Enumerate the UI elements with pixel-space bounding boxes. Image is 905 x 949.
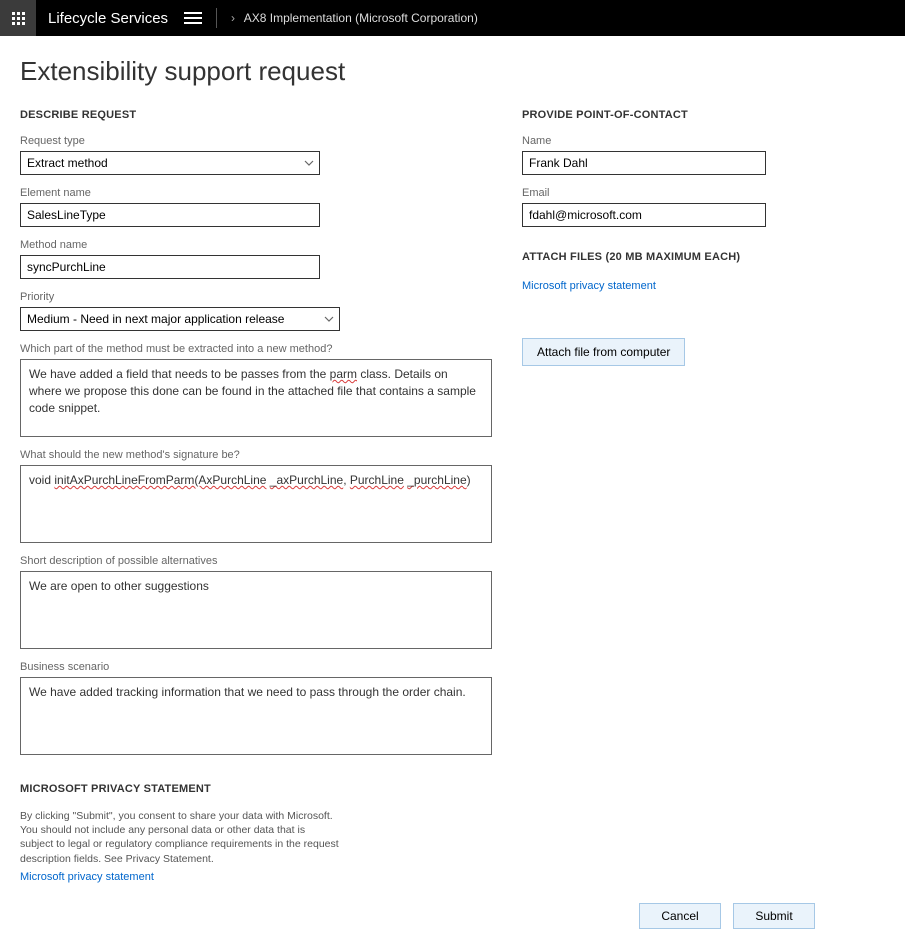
menu-icon[interactable] — [184, 12, 202, 24]
section-attach: ATTACH FILES (20 MB MAXIMUM EACH) — [522, 251, 885, 263]
breadcrumb-text: AX8 Implementation (Microsoft Corporatio… — [244, 11, 478, 25]
submit-button[interactable]: Submit — [733, 903, 815, 929]
contact-name-input[interactable] — [522, 151, 766, 175]
privacy-text: By clicking "Submit", you consent to sha… — [20, 809, 340, 866]
label-extract-question: Which part of the method must be extract… — [20, 343, 492, 355]
attach-privacy-link[interactable]: Microsoft privacy statement — [522, 280, 656, 292]
label-element-name: Element name — [20, 187, 492, 199]
label-scenario: Business scenario — [20, 661, 492, 673]
signature-textarea[interactable]: void initAxPurchLineFromParm(AxPurchLine… — [20, 465, 492, 543]
method-name-input[interactable] — [20, 255, 320, 279]
page-title: Extensibility support request — [20, 56, 885, 87]
element-name-input[interactable] — [20, 203, 320, 227]
extract-textarea[interactable]: We have added a field that needs to be p… — [20, 359, 492, 437]
label-contact-email: Email — [522, 187, 885, 199]
label-method-name: Method name — [20, 239, 492, 251]
scenario-textarea[interactable]: We have added tracking information that … — [20, 677, 492, 755]
label-alternatives: Short description of possible alternativ… — [20, 555, 492, 567]
topbar: Lifecycle Services › AX8 Implementation … — [0, 0, 905, 36]
cancel-button[interactable]: Cancel — [639, 903, 721, 929]
label-request-type: Request type — [20, 135, 492, 147]
divider — [216, 8, 217, 28]
priority-select[interactable]: Medium - Need in next major application … — [20, 307, 340, 331]
label-contact-name: Name — [522, 135, 885, 147]
chevron-right-icon: › — [231, 11, 235, 25]
section-contact: PROVIDE POINT-OF-CONTACT — [522, 109, 885, 121]
request-type-select[interactable]: Extract method — [20, 151, 320, 175]
contact-email-input[interactable] — [522, 203, 766, 227]
section-describe: DESCRIBE REQUEST — [20, 109, 492, 121]
app-launcher-icon[interactable] — [0, 0, 36, 36]
section-privacy: MICROSOFT PRIVACY STATEMENT — [20, 783, 340, 795]
attach-file-button[interactable]: Attach file from computer — [522, 338, 685, 366]
breadcrumb[interactable]: › AX8 Implementation (Microsoft Corporat… — [231, 11, 478, 25]
brand-title: Lifecycle Services — [36, 10, 184, 27]
alternatives-textarea[interactable]: We are open to other suggestions — [20, 571, 492, 649]
label-priority: Priority — [20, 291, 492, 303]
label-signature-question: What should the new method's signature b… — [20, 449, 492, 461]
privacy-link[interactable]: Microsoft privacy statement — [20, 871, 154, 883]
